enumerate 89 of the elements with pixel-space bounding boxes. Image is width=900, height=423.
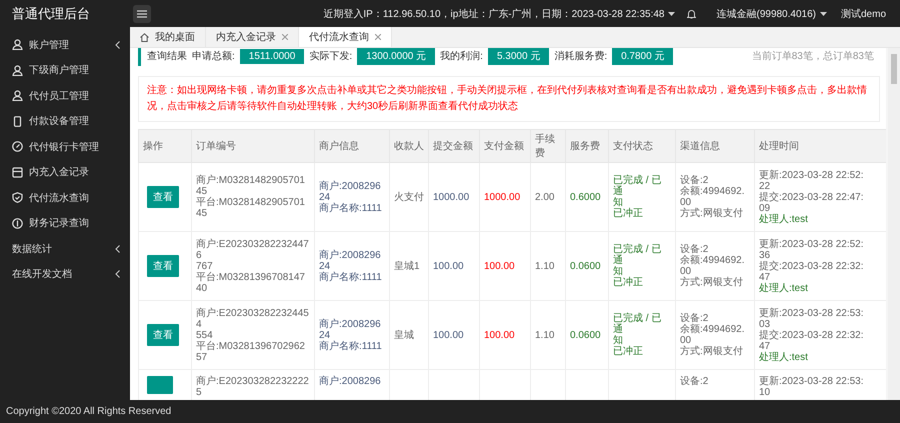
table-cell: 皇城1	[390, 232, 428, 300]
table-cell: 2.00	[530, 162, 566, 232]
column-header: 支付金额	[480, 130, 530, 162]
summary-value: 5.3000 元	[488, 48, 550, 65]
sidebar-item[interactable]: 代付银行卡管理	[0, 134, 130, 160]
column-header: 提交金额	[428, 130, 480, 162]
view-button[interactable]: 查看	[147, 324, 179, 346]
sidebar-item[interactable]: 付款设备管理	[0, 108, 130, 134]
summary-label: 我的利润:	[440, 50, 483, 63]
menu-button[interactable]	[133, 4, 151, 22]
table-cell: 皇城	[390, 300, 428, 370]
shield-icon	[12, 192, 23, 204]
table-cell: 已完成 / 已通 知 已冲正	[608, 162, 676, 232]
table-cell: 已完成 / 已通 知 已冲正	[608, 300, 676, 370]
table-cell: 1000.00	[480, 162, 530, 232]
card-icon	[12, 166, 23, 178]
column-header: 支付状态	[608, 130, 676, 162]
column-header: 处理时间	[754, 130, 886, 162]
person-icon	[12, 64, 23, 76]
table-cell: 0.0600	[566, 232, 608, 300]
table-cell: 100.00	[480, 232, 530, 300]
table-cell: 设备:2 余额:4994692. 00 方式:网银支付	[676, 232, 754, 300]
table-cell: 火支付	[390, 162, 428, 232]
close-icon[interactable]	[282, 34, 288, 40]
column-header: 手续费	[530, 130, 566, 162]
close-icon[interactable]	[375, 34, 381, 40]
sidebar-item[interactable]: 下级商户管理	[0, 58, 130, 83]
bell-icon[interactable]	[687, 8, 696, 18]
caret-icon[interactable]	[668, 12, 676, 16]
account-menu[interactable]: 连城金融(99980.4016)	[716, 6, 816, 20]
summary-label: 申请总额:	[192, 50, 235, 63]
compass-icon	[12, 141, 23, 152]
tab[interactable]: 我的桌面	[130, 27, 206, 47]
user-menu[interactable]: 测试demo	[840, 6, 886, 20]
table-cell: 100.00	[480, 300, 530, 370]
column-header: 操作	[138, 130, 192, 162]
scrollbar[interactable]	[888, 48, 900, 400]
table-cell: 商户:E2023032822324476 767 平台:M0328139670814740	[192, 232, 314, 300]
table-cell: 0.6000	[566, 162, 608, 232]
coin-icon	[12, 218, 23, 229]
person-icon	[12, 90, 23, 102]
summary-label: 实际下发:	[309, 50, 352, 63]
table-cell: 100.00	[428, 232, 480, 300]
table-cell: 1.10	[530, 300, 566, 370]
chevron-icon	[115, 270, 120, 278]
order-count: 当前订单83笔，总订单83笔	[752, 50, 874, 63]
chevron-icon	[115, 244, 120, 253]
sidebar-item[interactable]: 在线开发文档	[0, 262, 130, 287]
table-cell: 商户:2008296 24 商户名称:1111	[314, 162, 390, 232]
column-header: 渠道信息	[676, 130, 754, 162]
notice-text: 注意：如出现网络卡顿，请勿重复多次点击补单或其它之类功能按钮，手动关闭提示框，在到代付列表核对查询看是否有出款成功，避免遇到卡顿多点击，多出款情况，点击审核之后请等待软件自动处理转账，大约30秒后刷新界面查看代付成功状态	[147, 84, 868, 114]
column-header: 收款人	[390, 130, 428, 162]
caret-icon[interactable]	[820, 12, 827, 16]
home-icon	[140, 32, 149, 42]
table-cell: 0.0600	[566, 300, 608, 370]
phone-icon	[12, 116, 23, 127]
summary-value: 1511.0000	[240, 48, 304, 64]
summary-label: 消耗服务费:	[554, 50, 608, 63]
table-cell: 1000.00	[428, 162, 480, 232]
table-cell: 1.10	[530, 232, 566, 300]
sidebar-item[interactable]: 账户管理	[0, 32, 130, 58]
view-button[interactable]: 查看	[147, 186, 179, 208]
person-icon	[12, 39, 23, 50]
sidebar-item[interactable]: 代付员工管理	[0, 83, 130, 108]
table-cell: 设备:2 余额:4994692. 00 方式:网银支付	[676, 300, 754, 370]
table-cell: 商户:2008296 24 商户名称:1111	[314, 232, 390, 300]
login-info: 近期登入IP：112.96.50.10，ip地址：广东-广州，日期：2023-03-28 22:35:48	[323, 8, 664, 20]
table-cell: 商户:M0328148290570145 平台:M0328148290570145	[192, 162, 314, 232]
sidebar-item[interactable]: 数据统计	[0, 236, 130, 262]
table-cell: 商户:2008296 24 商户名称:1111	[314, 300, 390, 370]
sidebar-item[interactable]: 内充入金记录	[0, 160, 130, 185]
table-cell: 已完成 / 已通 知 已冲正	[608, 232, 676, 300]
chevron-icon	[115, 40, 120, 49]
sidebar-item[interactable]: 财务记录查询	[0, 210, 130, 236]
table-cell: 100.00	[428, 300, 480, 370]
summary-value: 0.7800 元	[612, 48, 674, 65]
summary-title: 查询结果	[147, 50, 187, 63]
view-button[interactable]: 查看	[147, 255, 179, 277]
menu-icon	[137, 10, 147, 18]
tab[interactable]: 代付流水查询	[299, 27, 392, 47]
sidebar-item[interactable]: 代付流水查询	[0, 185, 130, 210]
column-header: 服务费	[566, 130, 608, 162]
column-header: 商户信息	[314, 130, 390, 162]
summary-value: 1300.0000 元	[357, 48, 436, 65]
column-header: 订单编号	[192, 130, 314, 162]
table-cell: 商户:E2023032822324454 554 平台:M0328139670296257	[192, 300, 314, 370]
app-title: 普通代理后台	[11, 4, 91, 22]
copyright-text: Copyright ©2020 All Rights Reserved	[6, 406, 172, 417]
table-cell: 设备:2 余额:4994692. 00 方式:网银支付	[676, 162, 754, 232]
